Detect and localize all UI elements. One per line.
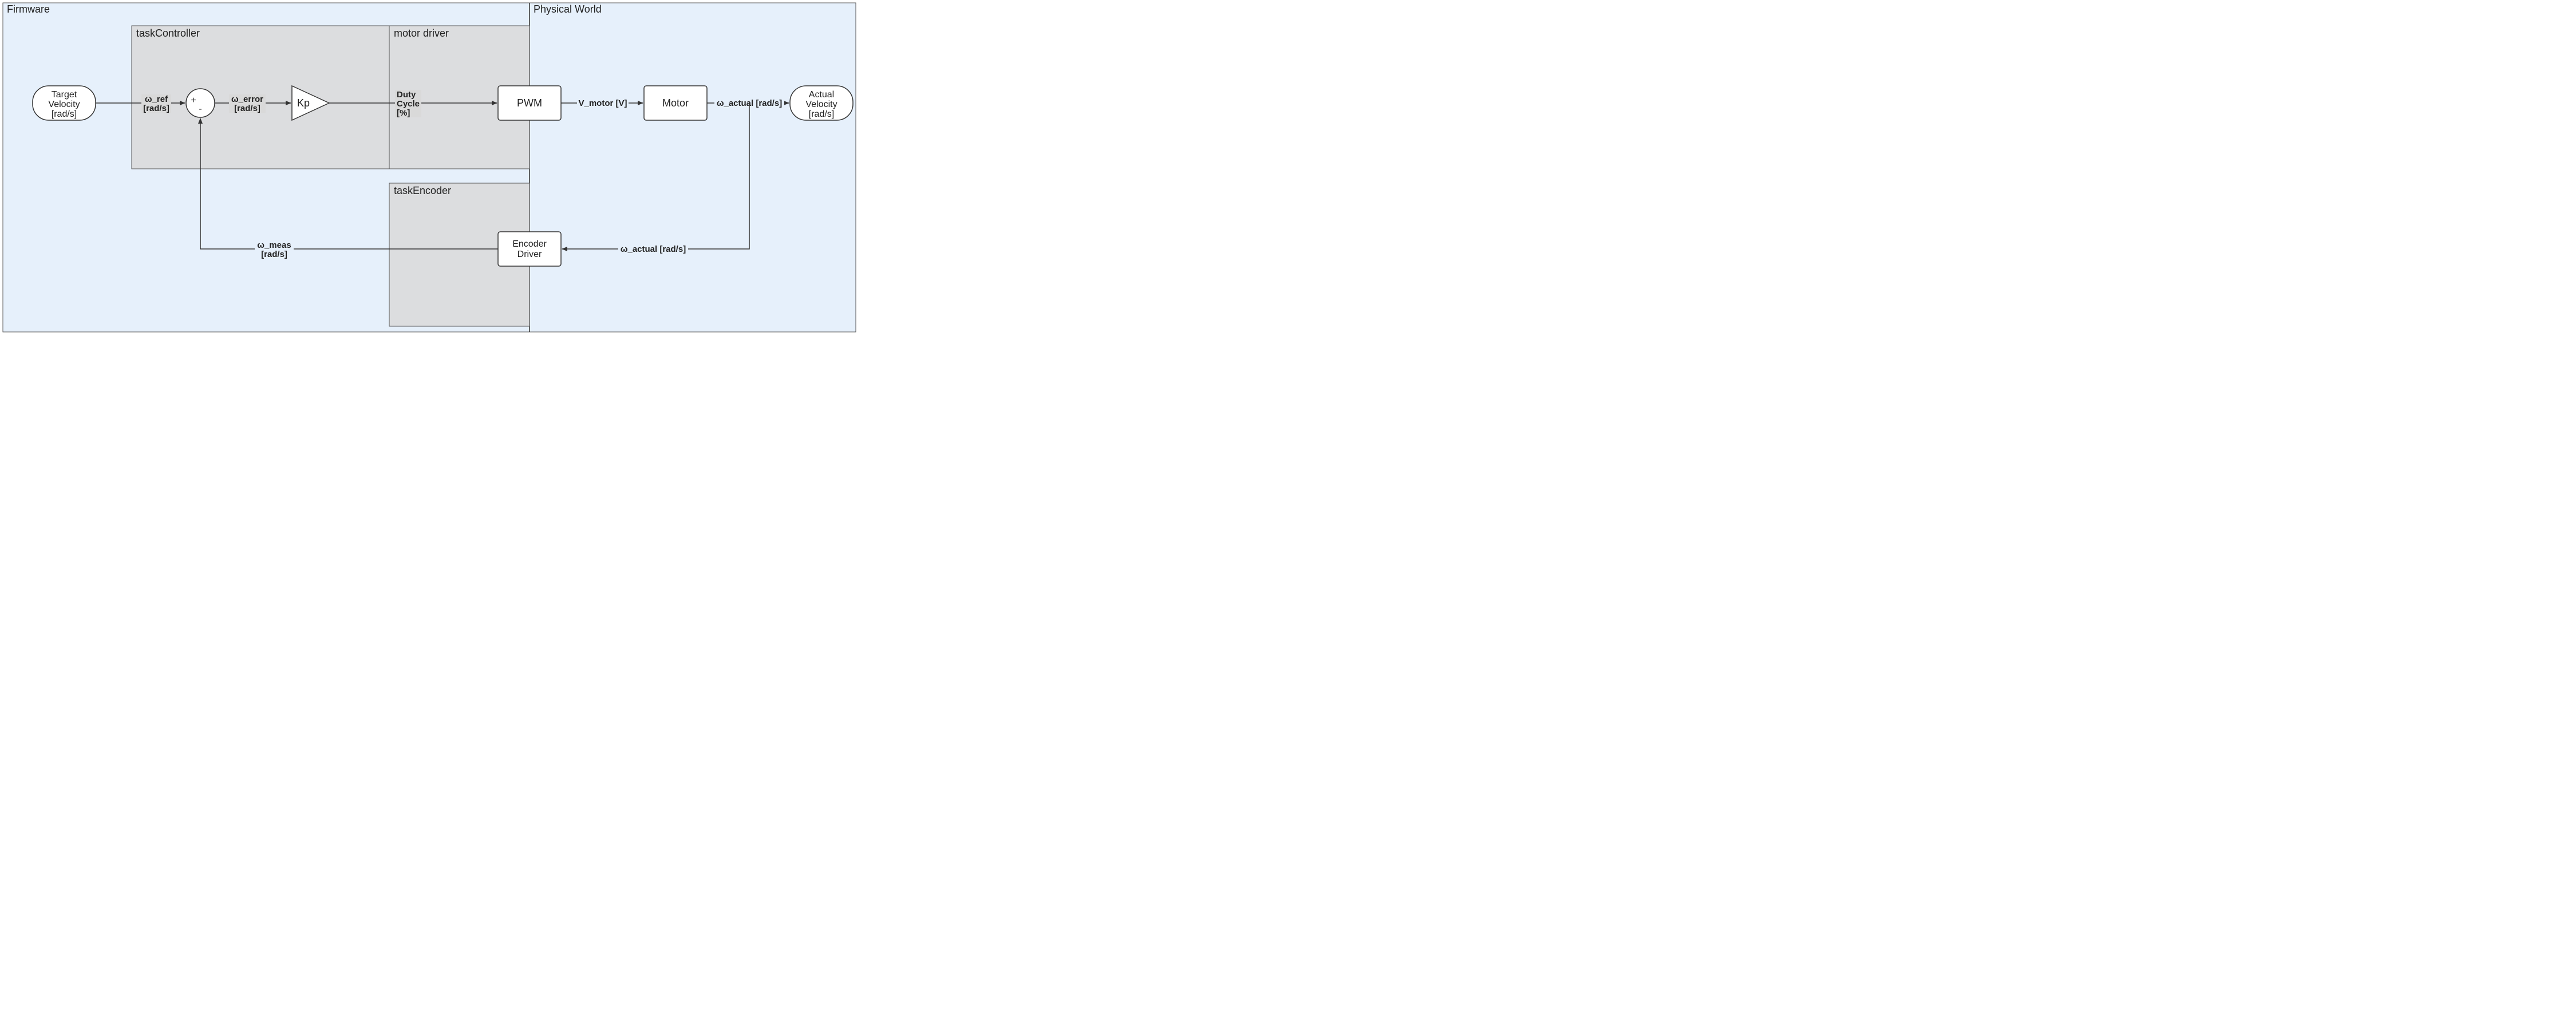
signal-wmeas-line1: ω_meas (257, 240, 291, 250)
signal-wactual-fb: ω_actual [rad/s] (621, 244, 686, 254)
block-encoder-driver-line2: Driver (517, 250, 542, 259)
block-encoder-driver (498, 232, 561, 266)
signal-wmeas-line2: [rad/s] (261, 250, 287, 259)
block-target-velocity-line2: Velocity (48, 100, 80, 109)
signal-werror-line2: [rad/s] (234, 104, 260, 113)
block-target-velocity-line3: [rad/s] (52, 109, 77, 119)
block-target-velocity-line1: Target (52, 90, 77, 100)
summing-plus: + (191, 96, 196, 105)
signal-wref-line2: [rad/s] (143, 104, 169, 113)
block-kp-label: Kp (297, 97, 310, 109)
block-actual-velocity-line1: Actual (809, 90, 834, 100)
block-actual-velocity-line2: Velocity (805, 100, 837, 109)
region-firmware-title: Firmware (7, 3, 50, 15)
block-actual-velocity-line3: [rad/s] (809, 109, 834, 119)
block-motor-label: Motor (662, 97, 689, 109)
region-physical (530, 3, 856, 332)
signal-duty-line1: Duty (397, 90, 416, 100)
signal-werror-line1: ω_error (231, 94, 263, 104)
signal-vmotor: V_motor [V] (578, 98, 627, 108)
subregion-taskcontroller-title: taskController (136, 27, 200, 39)
block-encoder-driver-line1: Encoder (512, 239, 547, 249)
summing-minus: - (199, 104, 202, 114)
region-physical-title: Physical World (534, 3, 602, 15)
signal-duty-line2: Cycle (397, 99, 420, 109)
signal-duty-line3: [%] (397, 108, 410, 118)
subregion-motordriver-title: motor driver (394, 27, 449, 39)
signal-wref-line1: ω_ref (145, 94, 168, 104)
subregion-taskencoder-title: taskEncoder (394, 185, 451, 196)
block-pwm-label: PWM (517, 97, 542, 109)
